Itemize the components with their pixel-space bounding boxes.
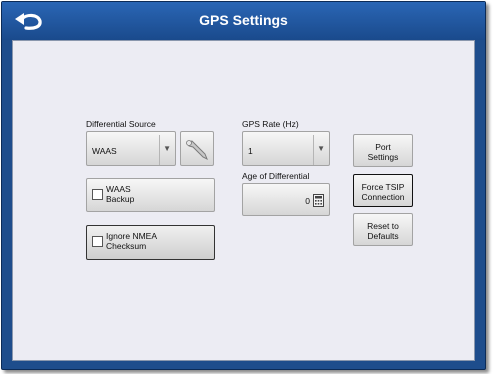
calculator-icon: [313, 194, 324, 207]
differential-source-value: WAAS: [92, 146, 117, 156]
ignore-nmea-line2: Checksum: [106, 241, 147, 251]
title-bar: GPS Settings: [2, 2, 485, 40]
port-settings-line1: Port: [375, 142, 391, 152]
force-tsip-line1: Force TSIP: [361, 182, 405, 192]
chevron-down-icon: ▼: [163, 144, 171, 153]
chevron-down-icon: ▼: [317, 144, 325, 153]
waas-backup-checkbox-button[interactable]: WAAS Backup: [86, 178, 215, 212]
dropdown-separator: [313, 135, 314, 165]
gps-rate-label: GPS Rate (Hz): [242, 119, 299, 129]
ignore-nmea-checkbox[interactable]: [92, 236, 103, 247]
wrench-icon: [186, 140, 208, 161]
force-tsip-connection-button[interactable]: Force TSIP Connection: [353, 174, 413, 207]
waas-backup-checkbox[interactable]: [92, 189, 103, 200]
reset-to-defaults-button[interactable]: Reset to Defaults: [353, 213, 413, 246]
waas-backup-line1: WAAS: [106, 184, 131, 194]
gps-rate-value: 1: [248, 146, 253, 156]
port-settings-line2: Settings: [367, 152, 399, 162]
reset-defaults-line2: Defaults: [367, 231, 399, 241]
ignore-nmea-label: Ignore NMEA Checksum: [106, 231, 157, 251]
dropdown-separator: [159, 135, 160, 165]
age-of-differential-label: Age of Differential: [242, 171, 310, 181]
page-title: GPS Settings: [199, 12, 288, 28]
port-settings-button[interactable]: Port Settings: [353, 134, 413, 167]
differential-source-dropdown[interactable]: WAAS ▼: [86, 131, 176, 166]
ignore-nmea-line1: Ignore NMEA: [106, 231, 158, 241]
settings-panel: Differential Source WAAS ▼ WAAS Backup I…: [12, 40, 475, 361]
age-of-differential-value: 0: [305, 196, 310, 206]
differential-source-label: Differential Source: [86, 119, 156, 129]
force-tsip-line2: Connection: [361, 192, 405, 202]
reset-defaults-line1: Reset to: [367, 221, 399, 231]
wrench-button[interactable]: [180, 131, 214, 166]
ignore-nmea-checkbox-button[interactable]: Ignore NMEA Checksum: [86, 225, 215, 260]
waas-backup-line2: Backup: [106, 194, 135, 204]
gps-settings-window: GPS Settings Differential Source WAAS ▼ …: [1, 1, 486, 370]
gps-rate-dropdown[interactable]: 1 ▼: [242, 131, 330, 166]
waas-backup-label: WAAS Backup: [106, 184, 134, 204]
age-of-differential-input[interactable]: 0: [242, 183, 330, 216]
